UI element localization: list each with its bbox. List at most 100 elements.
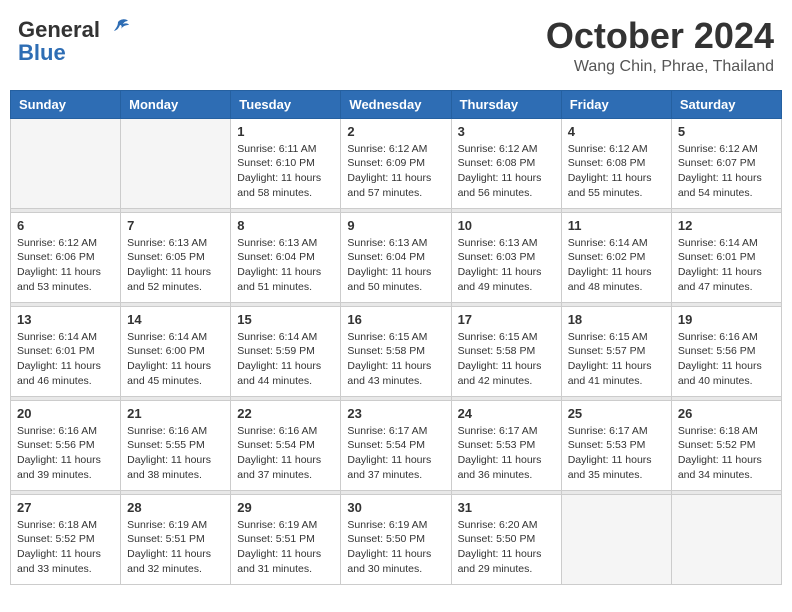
day-info: Sunrise: 6:14 AM Sunset: 6:01 PM Dayligh… bbox=[678, 236, 775, 295]
day-number: 22 bbox=[237, 406, 334, 421]
logo-bird-icon bbox=[104, 16, 132, 44]
day-info: Sunrise: 6:16 AM Sunset: 5:56 PM Dayligh… bbox=[17, 424, 114, 483]
day-info: Sunrise: 6:14 AM Sunset: 6:02 PM Dayligh… bbox=[568, 236, 665, 295]
day-number: 3 bbox=[458, 124, 555, 139]
day-number: 29 bbox=[237, 500, 334, 515]
day-number: 21 bbox=[127, 406, 224, 421]
calendar-day-cell: 5 Sunrise: 6:12 AM Sunset: 6:07 PM Daylig… bbox=[671, 118, 781, 208]
day-info: Sunrise: 6:17 AM Sunset: 5:54 PM Dayligh… bbox=[347, 424, 444, 483]
calendar-week-row: 6Sunrise: 6:12 AM Sunset: 6:06 PM Daylig… bbox=[11, 212, 782, 302]
day-info: Sunrise: 6:19 AM Sunset: 5:50 PM Dayligh… bbox=[347, 518, 444, 577]
calendar-day-header: Thursday bbox=[451, 90, 561, 118]
calendar-day-cell: 16 Sunrise: 6:15 AM Sunset: 5:58 PM Dayli… bbox=[341, 306, 451, 396]
calendar-day-cell: 12 Sunrise: 6:14 AM Sunset: 6:01 PM Dayli… bbox=[671, 212, 781, 302]
calendar-day-cell: 20 Sunrise: 6:16 AM Sunset: 5:56 PM Dayli… bbox=[11, 400, 121, 490]
calendar-day-cell: 9 Sunrise: 6:13 AM Sunset: 6:04 PM Daylig… bbox=[341, 212, 451, 302]
logo-blue-text: Blue bbox=[18, 40, 66, 66]
calendar-day-cell bbox=[121, 118, 231, 208]
day-info: Sunrise: 6:19 AM Sunset: 5:51 PM Dayligh… bbox=[237, 518, 334, 577]
day-info: Sunrise: 6:13 AM Sunset: 6:04 PM Dayligh… bbox=[347, 236, 444, 295]
calendar-day-cell: 14 Sunrise: 6:14 AM Sunset: 6:00 PM Dayli… bbox=[121, 306, 231, 396]
day-info: Sunrise: 6:16 AM Sunset: 5:56 PM Dayligh… bbox=[678, 330, 775, 389]
calendar-day-cell: 23 Sunrise: 6:17 AM Sunset: 5:54 PM Dayli… bbox=[341, 400, 451, 490]
day-number: 12 bbox=[678, 218, 775, 233]
calendar-week-row: 13 Sunrise: 6:14 AM Sunset: 6:01 PM Dayli… bbox=[11, 306, 782, 396]
day-info: Sunrise: 6:13 AM Sunset: 6:05 PM Dayligh… bbox=[127, 236, 224, 295]
calendar-day-cell: 15Sunrise: 6:14 AM Sunset: 5:59 PM Dayli… bbox=[231, 306, 341, 396]
day-info: Sunrise: 6:12 AM Sunset: 6:09 PM Dayligh… bbox=[347, 142, 444, 201]
page-header: General Blue October 2024 Wang Chin, Phr… bbox=[10, 10, 782, 82]
calendar-day-header: Sunday bbox=[11, 90, 121, 118]
calendar-day-cell bbox=[561, 494, 671, 584]
calendar-day-header: Tuesday bbox=[231, 90, 341, 118]
day-number: 24 bbox=[458, 406, 555, 421]
calendar-day-cell: 17Sunrise: 6:15 AM Sunset: 5:58 PM Dayli… bbox=[451, 306, 561, 396]
day-info: Sunrise: 6:13 AM Sunset: 6:04 PM Dayligh… bbox=[237, 236, 334, 295]
day-info: Sunrise: 6:12 AM Sunset: 6:06 PM Dayligh… bbox=[17, 236, 114, 295]
day-number: 26 bbox=[678, 406, 775, 421]
day-info: Sunrise: 6:18 AM Sunset: 5:52 PM Dayligh… bbox=[17, 518, 114, 577]
day-info: Sunrise: 6:19 AM Sunset: 5:51 PM Dayligh… bbox=[127, 518, 224, 577]
day-number: 9 bbox=[347, 218, 444, 233]
calendar-day-cell: 24 Sunrise: 6:17 AM Sunset: 5:53 PM Dayli… bbox=[451, 400, 561, 490]
day-number: 2 bbox=[347, 124, 444, 139]
day-info: Sunrise: 6:16 AM Sunset: 5:54 PM Dayligh… bbox=[237, 424, 334, 483]
day-number: 4 bbox=[568, 124, 665, 139]
calendar-day-cell: 6Sunrise: 6:12 AM Sunset: 6:06 PM Daylig… bbox=[11, 212, 121, 302]
calendar-day-cell: 3 Sunrise: 6:12 AM Sunset: 6:08 PM Daylig… bbox=[451, 118, 561, 208]
calendar-day-cell: 10Sunrise: 6:13 AM Sunset: 6:03 PM Dayli… bbox=[451, 212, 561, 302]
day-info: Sunrise: 6:17 AM Sunset: 5:53 PM Dayligh… bbox=[568, 424, 665, 483]
day-number: 23 bbox=[347, 406, 444, 421]
calendar-day-cell: 27 Sunrise: 6:18 AM Sunset: 5:52 PM Dayli… bbox=[11, 494, 121, 584]
month-title: October 2024 bbox=[546, 16, 774, 56]
calendar-day-cell bbox=[671, 494, 781, 584]
calendar-day-cell bbox=[11, 118, 121, 208]
calendar-day-cell: 4 Sunrise: 6:12 AM Sunset: 6:08 PM Daylig… bbox=[561, 118, 671, 208]
calendar-day-cell: 30 Sunrise: 6:19 AM Sunset: 5:50 PM Dayli… bbox=[341, 494, 451, 584]
day-info: Sunrise: 6:12 AM Sunset: 6:07 PM Dayligh… bbox=[678, 142, 775, 201]
calendar-day-cell: 18Sunrise: 6:15 AM Sunset: 5:57 PM Dayli… bbox=[561, 306, 671, 396]
calendar-day-cell: 31Sunrise: 6:20 AM Sunset: 5:50 PM Dayli… bbox=[451, 494, 561, 584]
calendar-week-row: 1Sunrise: 6:11 AM Sunset: 6:10 PM Daylig… bbox=[11, 118, 782, 208]
calendar-week-row: 20 Sunrise: 6:16 AM Sunset: 5:56 PM Dayli… bbox=[11, 400, 782, 490]
day-number: 20 bbox=[17, 406, 114, 421]
calendar-day-cell: 13 Sunrise: 6:14 AM Sunset: 6:01 PM Dayli… bbox=[11, 306, 121, 396]
calendar-day-header: Monday bbox=[121, 90, 231, 118]
calendar-day-header: Wednesday bbox=[341, 90, 451, 118]
calendar-table: SundayMondayTuesdayWednesdayThursdayFrid… bbox=[10, 90, 782, 585]
day-number: 5 bbox=[678, 124, 775, 139]
day-info: Sunrise: 6:13 AM Sunset: 6:03 PM Dayligh… bbox=[458, 236, 555, 295]
day-number: 19 bbox=[678, 312, 775, 327]
page-container: General Blue October 2024 Wang Chin, Phr… bbox=[10, 10, 782, 585]
day-info: Sunrise: 6:17 AM Sunset: 5:53 PM Dayligh… bbox=[458, 424, 555, 483]
day-number: 16 bbox=[347, 312, 444, 327]
calendar-day-cell: 28 Sunrise: 6:19 AM Sunset: 5:51 PM Dayli… bbox=[121, 494, 231, 584]
day-info: Sunrise: 6:14 AM Sunset: 6:00 PM Dayligh… bbox=[127, 330, 224, 389]
day-number: 28 bbox=[127, 500, 224, 515]
day-number: 11 bbox=[568, 218, 665, 233]
calendar-day-cell: 7 Sunrise: 6:13 AM Sunset: 6:05 PM Daylig… bbox=[121, 212, 231, 302]
day-number: 27 bbox=[17, 500, 114, 515]
day-info: Sunrise: 6:18 AM Sunset: 5:52 PM Dayligh… bbox=[678, 424, 775, 483]
calendar-day-cell: 26 Sunrise: 6:18 AM Sunset: 5:52 PM Dayli… bbox=[671, 400, 781, 490]
calendar-day-cell: 2 Sunrise: 6:12 AM Sunset: 6:09 PM Daylig… bbox=[341, 118, 451, 208]
day-number: 13 bbox=[17, 312, 114, 327]
day-number: 7 bbox=[127, 218, 224, 233]
day-number: 18 bbox=[568, 312, 665, 327]
calendar-header-row: SundayMondayTuesdayWednesdayThursdayFrid… bbox=[11, 90, 782, 118]
day-info: Sunrise: 6:20 AM Sunset: 5:50 PM Dayligh… bbox=[458, 518, 555, 577]
calendar-day-cell: 25Sunrise: 6:17 AM Sunset: 5:53 PM Dayli… bbox=[561, 400, 671, 490]
day-number: 14 bbox=[127, 312, 224, 327]
calendar-day-cell: 19 Sunrise: 6:16 AM Sunset: 5:56 PM Dayli… bbox=[671, 306, 781, 396]
location-title: Wang Chin, Phrae, Thailand bbox=[546, 58, 774, 76]
day-number: 1 bbox=[237, 124, 334, 139]
day-info: Sunrise: 6:12 AM Sunset: 6:08 PM Dayligh… bbox=[568, 142, 665, 201]
day-info: Sunrise: 6:15 AM Sunset: 5:58 PM Dayligh… bbox=[458, 330, 555, 389]
day-info: Sunrise: 6:12 AM Sunset: 6:08 PM Dayligh… bbox=[458, 142, 555, 201]
day-number: 8 bbox=[237, 218, 334, 233]
title-block: October 2024 Wang Chin, Phrae, Thailand bbox=[546, 16, 774, 76]
calendar-day-cell: 29 Sunrise: 6:19 AM Sunset: 5:51 PM Dayli… bbox=[231, 494, 341, 584]
day-info: Sunrise: 6:14 AM Sunset: 6:01 PM Dayligh… bbox=[17, 330, 114, 389]
day-number: 30 bbox=[347, 500, 444, 515]
day-info: Sunrise: 6:15 AM Sunset: 5:58 PM Dayligh… bbox=[347, 330, 444, 389]
